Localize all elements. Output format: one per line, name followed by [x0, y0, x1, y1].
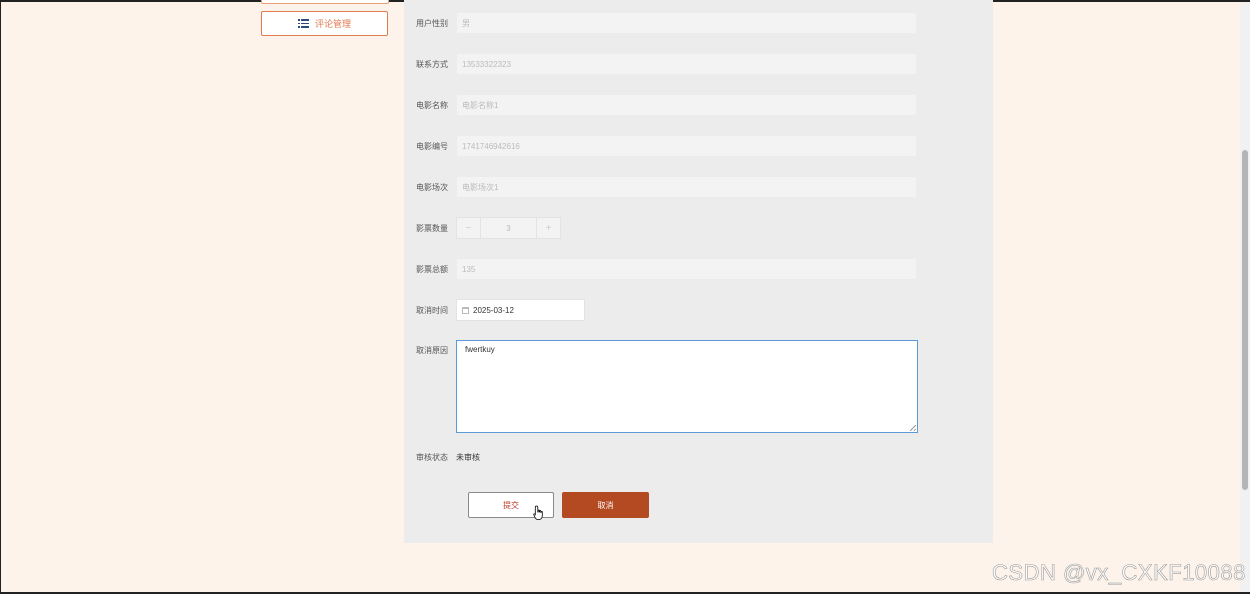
ticket-total-label: 影票总额 — [416, 264, 448, 274]
sidebar-item-comment-management[interactable]: 评论管理 — [261, 11, 388, 36]
gender-field[interactable]: 男 — [456, 12, 917, 34]
review-status-row: 审核状态 — [416, 450, 456, 464]
hand-cursor-icon — [533, 505, 543, 520]
cancel-reason-label: 取消原因 — [416, 345, 448, 355]
review-status-label: 审核状态 — [416, 452, 448, 462]
movie-code-label: 电影编号 — [416, 141, 448, 151]
movie-session-row: 电影场次 — [416, 176, 456, 198]
stepper-plus-button[interactable]: + — [536, 218, 560, 238]
scrollbar-thumb[interactable] — [1242, 150, 1248, 490]
cancel-reason-value: fwertkuy — [465, 345, 495, 354]
sidebar-item-label: 评论管理 — [314, 19, 351, 29]
movie-name-row: 电影名称 — [416, 94, 456, 116]
ticket-count-value[interactable]: 3 — [481, 218, 536, 238]
phone-row: 联系方式 — [416, 53, 456, 75]
cancel-reason-row: 取消原因 — [416, 340, 456, 360]
phone-label: 联系方式 — [416, 59, 448, 69]
cancel-time-row: 取消时间 — [416, 299, 456, 321]
sidebar-item-previous[interactable] — [261, 0, 389, 4]
movie-session-label: 电影场次 — [416, 182, 448, 192]
ticket-count-row: 影票数量 — [416, 217, 456, 239]
movie-session-field[interactable]: 电影场次1 — [456, 176, 917, 198]
movie-name-field[interactable]: 电影名称1 — [456, 94, 917, 116]
cancel-time-value: 2025-03-12 — [473, 305, 514, 315]
ticket-count-stepper[interactable]: − 3 + — [456, 217, 561, 239]
ticket-total-row: 影票总额 — [416, 258, 456, 280]
list-icon — [297, 19, 309, 28]
window-left-border — [0, 0, 1, 594]
ticket-count-label: 影票数量 — [416, 223, 448, 233]
calendar-icon — [462, 306, 469, 314]
resize-handle-icon[interactable] — [910, 425, 916, 431]
gender-row: 用户性别 — [416, 12, 456, 34]
cancel-button[interactable]: 取消 — [562, 492, 649, 518]
watermark-text: CSDN @vx_CXKF10088 — [992, 560, 1246, 586]
phone-field[interactable]: 13533322323 — [456, 53, 917, 75]
cancel-time-date-picker[interactable]: 2025-03-12 — [456, 299, 585, 321]
stepper-minus-button[interactable]: − — [457, 218, 481, 238]
cancel-time-label: 取消时间 — [416, 305, 448, 315]
ticket-total-field[interactable]: 135 — [456, 258, 917, 280]
review-status-value: 未审核 — [456, 453, 480, 462]
movie-code-row: 电影编号 — [416, 135, 456, 157]
cancel-reason-textarea[interactable]: fwertkuy — [456, 340, 918, 433]
form-panel: 用户性别 男 联系方式 13533322323 电影名称 电影名称1 电影编号 … — [404, 0, 993, 543]
movie-name-label: 电影名称 — [416, 100, 448, 110]
gender-label: 用户性别 — [416, 18, 448, 28]
movie-code-field[interactable]: 1741746942616 — [456, 135, 917, 157]
